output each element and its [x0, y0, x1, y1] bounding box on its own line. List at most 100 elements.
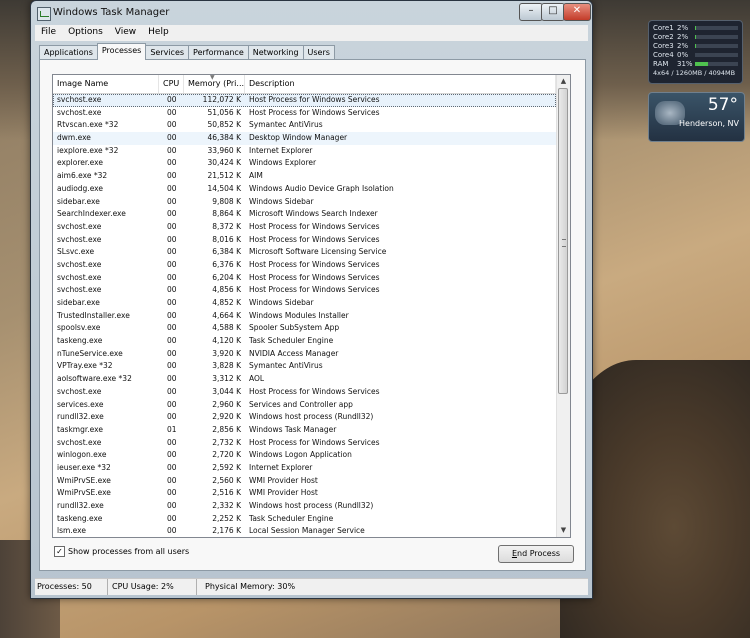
table-row[interactable]: svchost.exe 00 8,016 K Host Process for Win… — [53, 234, 556, 247]
column-cpu[interactable]: CPU — [159, 75, 184, 93]
weather-gadget[interactable]: 57° Henderson, NV — [648, 92, 745, 142]
table-row[interactable]: svchost.exe 00 51,056 K Host Process for Wi… — [53, 107, 556, 120]
menu-help[interactable]: Help — [142, 25, 175, 41]
cell-cpu: 00 — [167, 145, 177, 155]
table-row[interactable]: aolsoftware.exe *32 00 3,312 K AOL — [53, 373, 556, 386]
cell-image-name: svchost.exe — [57, 285, 102, 295]
weather-city: Henderson, NV — [679, 119, 739, 128]
column-description[interactable]: Description — [245, 75, 556, 93]
tab-performance[interactable]: Performance — [188, 45, 249, 60]
table-row[interactable]: rundll32.exe 00 2,332 K Windows host proces… — [53, 500, 556, 513]
column-memory[interactable]: ▼ Memory (Pri... — [184, 75, 245, 93]
column-image-name[interactable]: Image Name — [53, 75, 159, 93]
cell-cpu: 00 — [167, 272, 177, 282]
cpu-gadget-bar — [695, 52, 738, 57]
cell-cpu: 00 — [167, 361, 177, 371]
menu-options[interactable]: Options — [62, 25, 109, 41]
vertical-scrollbar[interactable]: ▲ ▼ — [556, 75, 570, 537]
cell-description: Windows host process (Rundll32) — [249, 501, 374, 510]
show-all-users-checkbox[interactable]: ✓ — [54, 546, 65, 557]
cell-image-name: ieuser.exe *32 — [57, 462, 111, 472]
maximize-button[interactable]: □ — [541, 3, 565, 21]
cell-memory: 6,376 K — [212, 259, 241, 269]
cell-description: Symantec AntiVirus — [249, 361, 323, 371]
table-row[interactable]: taskmgr.exe 01 2,856 K Windows Task Manager — [53, 424, 556, 437]
table-row[interactable]: iexplore.exe *32 00 33,960 K Internet Explo… — [53, 145, 556, 158]
cell-memory: 8,372 K — [212, 221, 241, 231]
minimize-button[interactable]: – — [519, 3, 543, 21]
tab-networking[interactable]: Networking — [247, 45, 304, 60]
table-row[interactable]: ieuser.exe *32 00 2,592 K Internet Explorer — [53, 462, 556, 475]
cell-image-name: svchost.exe — [57, 221, 102, 231]
cell-description: Host Process for Windows Services — [249, 386, 380, 396]
table-row[interactable]: taskeng.exe 00 4,120 K Task Scheduler Engin… — [53, 335, 556, 348]
tab-services[interactable]: Services — [145, 45, 190, 60]
menu-file[interactable]: File — [35, 25, 62, 41]
table-row[interactable]: sidebar.exe 00 4,852 K Windows Sidebar — [53, 297, 556, 310]
cell-memory: 50,852 K — [207, 120, 241, 130]
process-list[interactable]: Image Name CPU ▼ Memory (Pri... Descripti… — [52, 74, 571, 538]
table-row[interactable]: svchost.exe 00 6,204 K Host Process for Win… — [53, 272, 556, 285]
table-row[interactable]: WmiPrvSE.exe 00 2,516 K WMI Provider Host — [53, 487, 556, 500]
cell-image-name: taskeng.exe — [57, 336, 103, 346]
table-row[interactable]: explorer.exe 00 30,424 K Windows Explorer — [53, 157, 556, 170]
table-row[interactable]: Rtvscan.exe *32 00 50,852 K Symantec AntiVi… — [53, 119, 556, 132]
cell-image-name: taskmgr.exe — [57, 424, 103, 434]
cell-description: Symantec AntiVirus — [249, 120, 323, 130]
table-row[interactable]: SearchIndexer.exe 00 8,864 K Microsoft Wind… — [53, 208, 556, 221]
cell-image-name: svchost.exe — [57, 259, 102, 269]
menu-view[interactable]: View — [109, 25, 142, 41]
table-row[interactable]: spoolsv.exe 00 4,588 K Spooler SubSystem Ap… — [53, 322, 556, 335]
cell-memory: 2,516 K — [212, 488, 241, 498]
cell-image-name: spoolsv.exe — [57, 323, 101, 333]
table-row[interactable]: winlogon.exe 00 2,720 K Windows Logon Appli… — [53, 449, 556, 462]
table-row[interactable]: sidebar.exe 00 9,808 K Windows Sidebar — [53, 196, 556, 209]
table-row[interactable]: nTuneService.exe 00 3,920 K NVIDIA Access M… — [53, 348, 556, 361]
tab-applications[interactable]: Applications — [39, 45, 98, 60]
cell-image-name: TrustedInstaller.exe — [57, 310, 130, 320]
table-row[interactable]: audiodg.exe 00 14,504 K Windows Audio Devic… — [53, 183, 556, 196]
table-row[interactable]: SLsvc.exe 00 6,384 K Microsoft Software Lic… — [53, 246, 556, 259]
table-row[interactable]: svchost.exe 00 8,372 K Host Process for Win… — [53, 221, 556, 234]
tab-users[interactable]: Users — [302, 45, 335, 60]
table-row[interactable]: TrustedInstaller.exe 00 4,664 K Windows Mod… — [53, 310, 556, 323]
cpu-gadget-footer: 4x64 / 1260MB / 4094MB — [653, 69, 736, 77]
table-row[interactable]: VPTray.exe *32 00 3,828 K Symantec AntiViru… — [53, 360, 556, 373]
show-all-users[interactable]: ✓ Show processes from all users — [54, 546, 189, 557]
cell-cpu: 00 — [167, 196, 177, 206]
close-button[interactable]: ✕ — [563, 3, 591, 21]
cell-memory: 9,808 K — [212, 196, 241, 206]
cell-cpu: 00 — [167, 247, 177, 257]
table-row[interactable]: svchost.exe 00 112,072 K Host Process for W… — [53, 94, 556, 107]
scroll-up-icon[interactable]: ▲ — [557, 75, 570, 88]
table-row[interactable]: svchost.exe 00 2,732 K Host Process for Win… — [53, 437, 556, 450]
task-manager-window: Windows Task Manager – □ ✕ File Options … — [30, 0, 593, 599]
cell-cpu: 00 — [167, 386, 177, 396]
cpu-meter-gadget[interactable]: Core1 2% Core2 2% Core3 2% Core4 0% RAM 31% 4x64 … — [648, 20, 743, 84]
table-row[interactable]: svchost.exe 00 6,376 K Host Process for Win… — [53, 259, 556, 272]
end-process-button[interactable]: End Process — [498, 545, 574, 563]
cell-cpu: 00 — [167, 450, 177, 460]
scroll-thumb[interactable] — [558, 88, 568, 394]
table-row[interactable]: svchost.exe 00 3,044 K Host Process for Win… — [53, 386, 556, 399]
cell-cpu: 00 — [167, 501, 177, 510]
cell-image-name: SearchIndexer.exe — [57, 209, 126, 219]
title-bar[interactable]: Windows Task Manager – □ ✕ — [31, 1, 592, 25]
cell-description: Host Process for Windows Services — [249, 259, 380, 269]
table-row[interactable]: svchost.exe 00 4,856 K Host Process for Win… — [53, 284, 556, 297]
cell-cpu: 00 — [167, 285, 177, 295]
status-cpu: CPU Usage: 2% — [108, 579, 197, 595]
table-row[interactable]: WmiPrvSE.exe 00 2,560 K WMI Provider Host — [53, 475, 556, 488]
table-row[interactable]: taskeng.exe 00 2,252 K Task Scheduler Engin… — [53, 513, 556, 526]
table-row[interactable]: aim6.exe *32 00 21,512 K AIM — [53, 170, 556, 183]
table-row[interactable]: rundll32.exe 00 2,920 K Windows host proces… — [53, 411, 556, 424]
cell-image-name: rundll32.exe — [57, 412, 104, 422]
table-row[interactable]: lsm.exe 00 2,176 K Local Session Manager Se… — [53, 525, 556, 537]
cell-cpu: 00 — [167, 183, 177, 193]
cell-cpu: 00 — [167, 95, 177, 104]
table-row[interactable]: dwm.exe 00 46,384 K Desktop Window Manager — [53, 132, 556, 145]
table-row[interactable]: services.exe 00 2,960 K Services and Contro… — [53, 399, 556, 412]
scroll-down-icon[interactable]: ▼ — [557, 524, 570, 537]
cell-image-name: svchost.exe — [57, 386, 102, 396]
tab-processes[interactable]: Processes — [96, 43, 147, 60]
